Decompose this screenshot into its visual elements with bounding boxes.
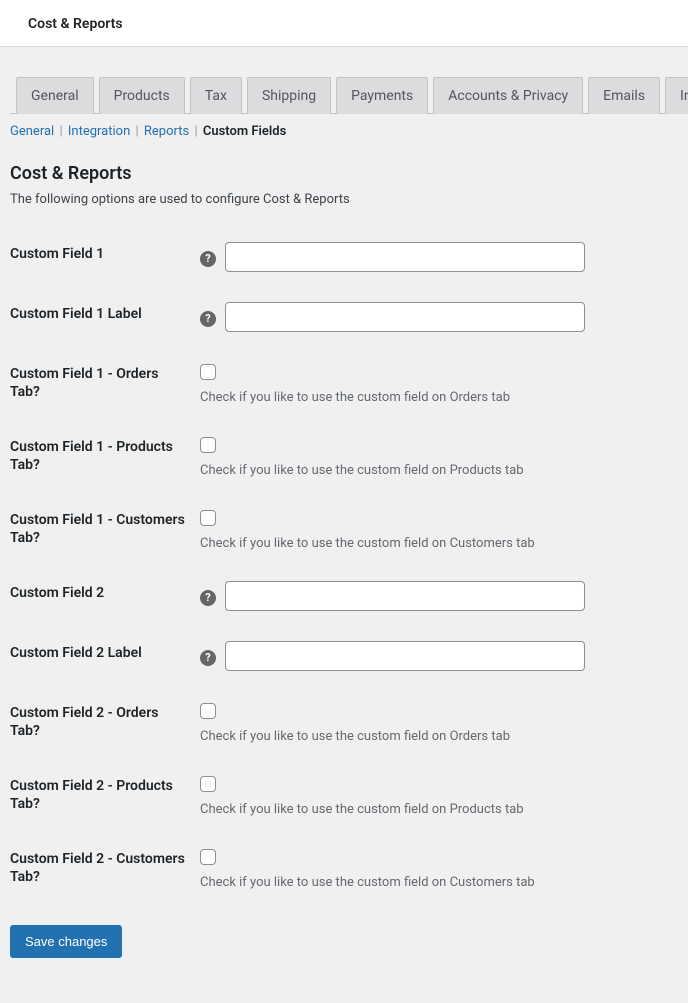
- custom-field-1-label-input[interactable]: [225, 302, 585, 332]
- section-desc: The following options are used to config…: [10, 192, 678, 207]
- cf2-products-desc: Check if you like to use the custom fiel…: [200, 802, 668, 817]
- custom-field-2-label-input[interactable]: [225, 641, 585, 671]
- cf2-orders-checkbox[interactable]: [200, 703, 216, 719]
- help-icon[interactable]: ?: [200, 590, 216, 606]
- label-custom-field-1-label: Custom Field 1 Label: [10, 287, 200, 347]
- label-custom-field-1: Custom Field 1: [10, 227, 200, 287]
- sub-nav: General | Integration | Reports | Custom…: [10, 124, 678, 139]
- help-icon[interactable]: ?: [200, 311, 216, 327]
- separator: |: [59, 124, 65, 139]
- content-wrapper: General Products Tax Shipping Payments A…: [0, 77, 688, 978]
- help-icon[interactable]: ?: [200, 251, 216, 267]
- cf1-orders-checkbox[interactable]: [200, 364, 216, 380]
- tab-accounts-privacy[interactable]: Accounts & Privacy: [433, 77, 583, 114]
- cf1-customers-checkbox[interactable]: [200, 510, 216, 526]
- cf1-customers-desc: Check if you like to use the custom fiel…: [200, 536, 668, 551]
- subnav-custom-fields[interactable]: Custom Fields: [203, 124, 286, 139]
- separator: |: [136, 124, 142, 139]
- label-custom-field-2-label: Custom Field 2 Label: [10, 626, 200, 686]
- label-cf1-products: Custom Field 1 - Products Tab?: [10, 420, 200, 493]
- subnav-reports[interactable]: Reports: [144, 124, 189, 139]
- tab-general[interactable]: General: [16, 77, 94, 114]
- cf2-customers-checkbox[interactable]: [200, 849, 216, 865]
- tab-integration[interactable]: Integration: [665, 77, 688, 114]
- tab-tax[interactable]: Tax: [190, 77, 242, 114]
- form-table: Custom Field 1 ? Custom Field 1 Label ? …: [10, 227, 678, 905]
- label-cf1-customers: Custom Field 1 - Customers Tab?: [10, 493, 200, 566]
- tab-products[interactable]: Products: [99, 77, 185, 114]
- label-cf2-customers: Custom Field 2 - Customers Tab?: [10, 832, 200, 905]
- cf1-orders-desc: Check if you like to use the custom fiel…: [200, 390, 668, 405]
- page-title: Cost & Reports: [28, 16, 660, 32]
- tab-payments[interactable]: Payments: [336, 77, 428, 114]
- tab-emails[interactable]: Emails: [588, 77, 660, 114]
- subnav-integration[interactable]: Integration: [68, 124, 130, 139]
- custom-field-1-input[interactable]: [225, 242, 585, 272]
- cf2-products-checkbox[interactable]: [200, 776, 216, 792]
- label-cf2-orders: Custom Field 2 - Orders Tab?: [10, 686, 200, 759]
- help-icon[interactable]: ?: [200, 650, 216, 666]
- cf1-products-desc: Check if you like to use the custom fiel…: [200, 463, 668, 478]
- section-title: Cost & Reports: [10, 163, 678, 184]
- save-button[interactable]: Save changes: [10, 925, 122, 958]
- nav-tabs: General Products Tax Shipping Payments A…: [10, 77, 678, 114]
- page-header: Cost & Reports: [0, 0, 688, 47]
- separator: |: [194, 124, 200, 139]
- subnav-general[interactable]: General: [10, 124, 54, 139]
- cf2-orders-desc: Check if you like to use the custom fiel…: [200, 729, 668, 744]
- cf1-products-checkbox[interactable]: [200, 437, 216, 453]
- tab-shipping[interactable]: Shipping: [247, 77, 331, 114]
- label-cf2-products: Custom Field 2 - Products Tab?: [10, 759, 200, 832]
- label-cf1-orders: Custom Field 1 - Orders Tab?: [10, 347, 200, 420]
- cf2-customers-desc: Check if you like to use the custom fiel…: [200, 875, 668, 890]
- custom-field-2-input[interactable]: [225, 581, 585, 611]
- label-custom-field-2: Custom Field 2: [10, 566, 200, 626]
